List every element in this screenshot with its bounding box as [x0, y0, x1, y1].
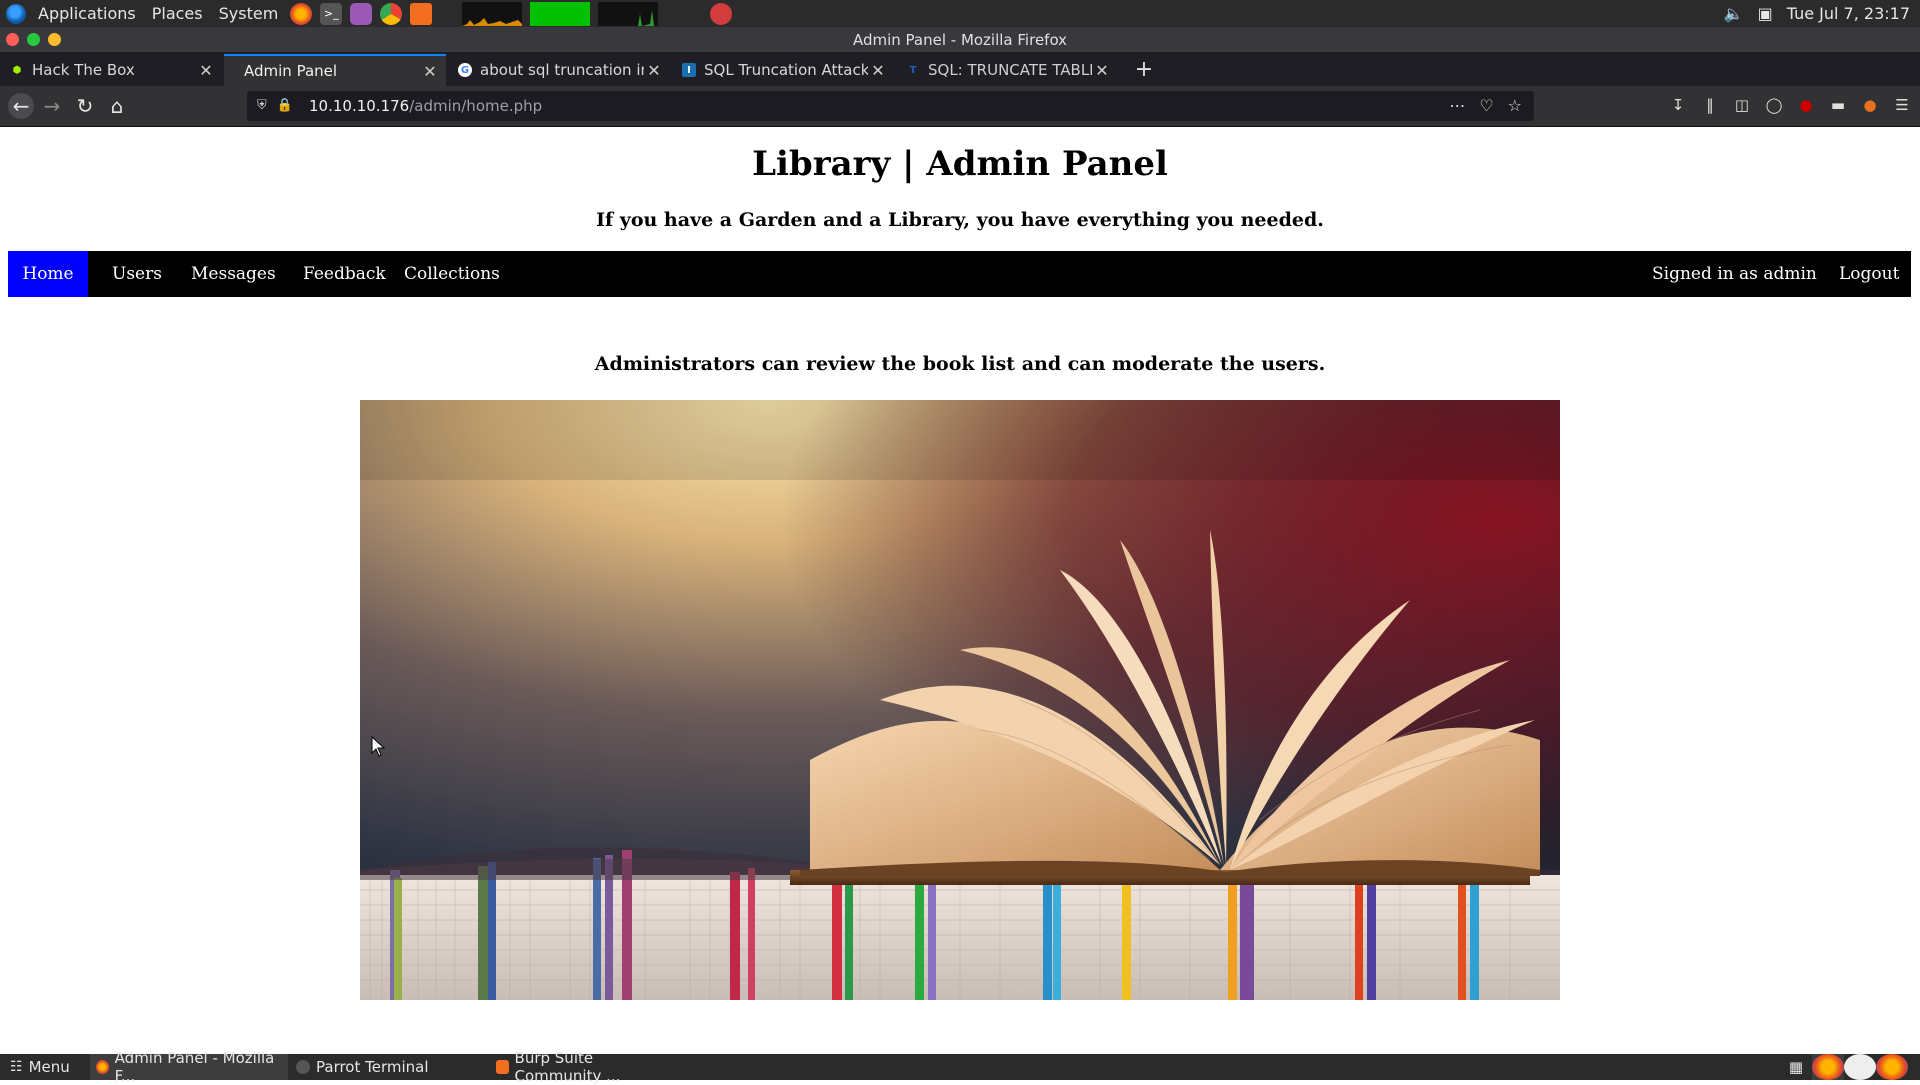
tab-strip: ⬢ Hack The Box ✕ Admin Panel ✕ G about s…	[0, 52, 1920, 86]
site-navbar: Home Users Messages Feedback Collections…	[8, 251, 1911, 297]
ublock-icon[interactable]: ●	[1796, 94, 1816, 116]
tab-label: SQL Truncation Attack	[704, 61, 868, 79]
library-icon[interactable]: ‖	[1700, 94, 1720, 116]
text-editor-launcher-icon[interactable]	[350, 2, 373, 25]
nav-signed-in[interactable]: Signed in as admin	[1636, 251, 1833, 297]
back-button[interactable]: ←	[8, 93, 34, 119]
window-title: Admin Panel - Mozilla Firefox	[852, 31, 1068, 49]
extension-car-icon[interactable]: ▬	[1828, 94, 1848, 116]
nav-messages[interactable]: Messages	[175, 251, 292, 297]
taskbar-item-burp[interactable]: Burp Suite Community ...	[490, 1049, 690, 1085]
close-icon[interactable]: ✕	[420, 62, 440, 81]
url-host: 10.10.10.176	[309, 97, 410, 115]
nav-feedback[interactable]: Feedback	[287, 251, 402, 297]
taskbar-item-firefox[interactable]: Admin Panel - Mozilla F...	[90, 1049, 288, 1085]
chrome-launcher-icon[interactable]	[380, 2, 403, 25]
navigation-toolbar: ← → ↻ ⌂ ⛨ 🔒 10.10.10.176/admin/home.php …	[0, 86, 1920, 127]
url-text[interactable]: 10.10.10.176/admin/home.php	[309, 97, 542, 115]
forward-button[interactable]: →	[40, 94, 64, 118]
google-icon: G	[458, 63, 472, 77]
burp-launcher-icon[interactable]	[410, 2, 433, 25]
bottom-taskbar: ☷ Menu Admin Panel - Mozilla F... Parrot…	[0, 1049, 1920, 1085]
applications-menu[interactable]: Applications	[34, 4, 140, 23]
pocket-icon[interactable]: ♡	[1479, 96, 1493, 115]
nav-logout[interactable]: Logout	[1823, 251, 1915, 297]
system-top-panel: Applications Places System >_ 🔈 ▣ Tue Ju…	[0, 0, 1920, 27]
show-desktop-button[interactable]	[1908, 1054, 1920, 1080]
reload-button[interactable]: ↻	[73, 94, 97, 118]
close-icon[interactable]: ✕	[196, 61, 216, 80]
tab-label: SQL: TRUNCATE TABLE	[928, 61, 1092, 79]
memory-graph	[530, 1, 591, 26]
home-button[interactable]: ⌂	[105, 94, 129, 118]
display-icon[interactable]: ▣	[1758, 4, 1773, 23]
nav-home[interactable]: Home	[8, 251, 88, 297]
mouse-cursor-icon	[371, 736, 386, 757]
terminal-icon	[296, 1060, 310, 1074]
nav-users[interactable]: Users	[96, 251, 178, 297]
menu-label: Menu	[28, 1058, 70, 1076]
close-icon[interactable]: ✕	[644, 61, 664, 80]
tab-google-search[interactable]: G about sql truncation in p ✕	[448, 54, 670, 86]
ghost-tray-icon[interactable]	[1844, 1054, 1876, 1080]
system-menu[interactable]: System	[215, 4, 283, 23]
i-logo-icon: I	[682, 63, 696, 77]
grid-menu-icon: ☷	[10, 1059, 23, 1075]
network-tray-icon[interactable]: ▦	[1780, 1054, 1812, 1080]
tab-label: about sql truncation in p	[480, 61, 644, 79]
insecure-lock-icon[interactable]: 🔒	[277, 98, 293, 113]
close-icon[interactable]: ✕	[868, 61, 888, 80]
firefox-launcher-icon[interactable]	[290, 2, 313, 25]
htb-cube-icon: ⬢	[12, 64, 22, 76]
page-subtitle: If you have a Garden and a Library, you …	[596, 209, 1324, 231]
web-page: Library | Admin Panel If you have a Gard…	[0, 127, 1920, 1054]
tab-sql-truncation-attack[interactable]: I SQL Truncation Attack ✕	[672, 54, 894, 86]
system-tray: ▦	[1780, 1054, 1920, 1080]
tab-admin-panel[interactable]: Admin Panel ✕	[224, 54, 446, 86]
bookmark-star-icon[interactable]: ☆	[1508, 96, 1522, 115]
tab-hack-the-box[interactable]: ⬢ Hack The Box ✕	[0, 54, 222, 86]
downloads-icon[interactable]: ↧	[1668, 94, 1688, 116]
clock[interactable]: Tue Jul 7, 23:17	[1787, 4, 1910, 23]
cpu-graph	[462, 1, 523, 26]
terminal-launcher-icon[interactable]: >_	[320, 2, 343, 25]
hamburger-menu-icon[interactable]: ☰	[1892, 94, 1912, 116]
url-bar[interactable]: ⛨ 🔒 10.10.10.176/admin/home.php ⋯ ♡ ☆	[247, 91, 1534, 121]
library-books-image	[360, 400, 1560, 1000]
taskbar-item-terminal[interactable]: Parrot Terminal	[290, 1054, 486, 1080]
burp-icon	[496, 1060, 509, 1074]
firefox-icon	[96, 1060, 109, 1074]
start-menu-button[interactable]: ☷ Menu	[4, 1054, 84, 1080]
t-logo-icon: T	[909, 64, 917, 76]
page-title: Library | Admin Panel	[752, 144, 1168, 184]
firefox-tray-icon-2[interactable]	[1876, 1054, 1908, 1080]
volume-icon[interactable]: 🔈	[1724, 4, 1744, 23]
extension-account-icon[interactable]: ◯	[1764, 94, 1784, 116]
nav-collections[interactable]: Collections	[388, 251, 516, 297]
page-actions-icon[interactable]: ⋯	[1449, 96, 1465, 115]
tab-label: Hack The Box	[32, 61, 135, 79]
new-tab-button[interactable]: +	[1131, 52, 1157, 86]
tab-label: Admin Panel	[244, 62, 338, 80]
admin-note: Administrators can review the book list …	[594, 353, 1326, 375]
network-graph	[598, 1, 659, 26]
taskbar-item-label: Parrot Terminal	[316, 1058, 429, 1076]
close-icon[interactable]: ✕	[1092, 61, 1112, 80]
shield-icon[interactable]: ⛨	[257, 98, 267, 113]
foxyproxy-icon[interactable]: ●	[1860, 94, 1880, 116]
ghost-applet-icon[interactable]	[710, 2, 733, 25]
firefox-tray-icon[interactable]	[1812, 1054, 1844, 1080]
url-path: /admin/home.php	[409, 97, 543, 115]
sidebar-icon[interactable]: ◫	[1732, 94, 1752, 116]
window-titlebar: Admin Panel - Mozilla Firefox	[0, 27, 1920, 52]
tab-sql-truncate-table[interactable]: T SQL: TRUNCATE TABLE ✕	[896, 54, 1118, 86]
places-menu[interactable]: Places	[148, 4, 207, 23]
parrot-logo-icon[interactable]	[6, 3, 26, 24]
